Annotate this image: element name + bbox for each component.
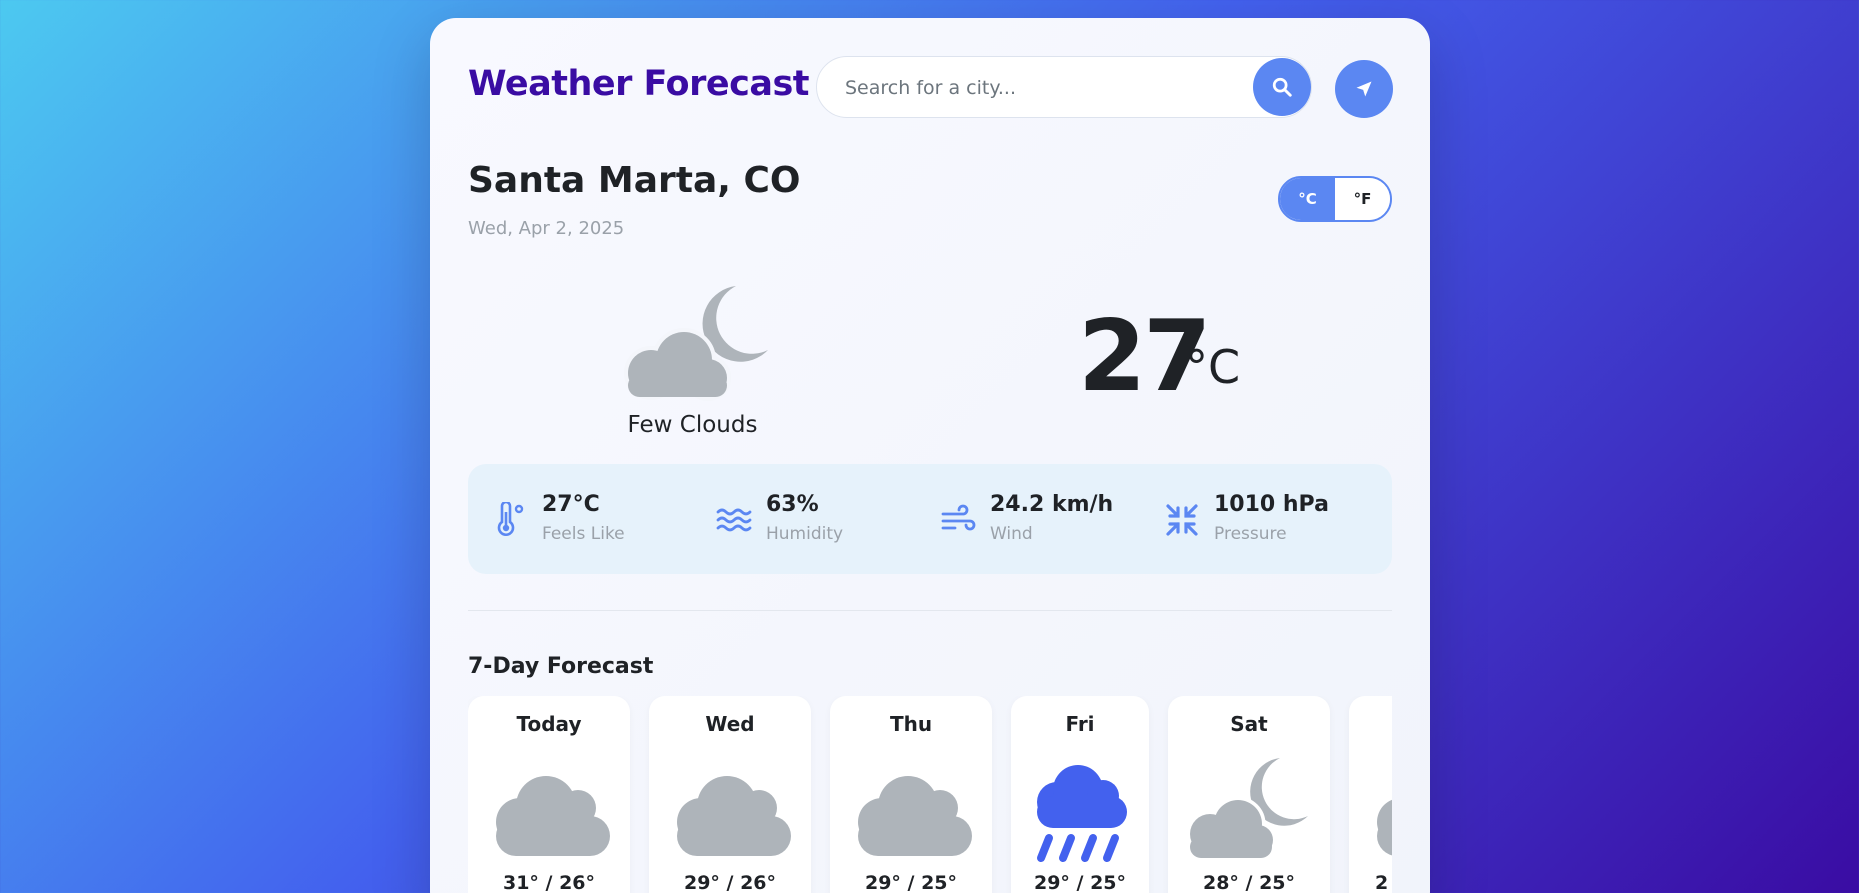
celsius-button[interactable]: °C xyxy=(1280,178,1335,220)
forecast-strip[interactable]: Today 31° / 26° Wed 29° / 26° Thu 29° / … xyxy=(468,696,1392,893)
temperature-unit: °C xyxy=(1185,340,1241,394)
forecast-temp: 2 xyxy=(1375,872,1389,893)
wind-label: Wind xyxy=(990,524,1033,544)
weather-details-panel: 27°C Feels Like 63% Humidity 24.2 km/h W… xyxy=(468,464,1392,574)
forecast-temp: 31° / 26° xyxy=(502,872,596,893)
app-title: Weather Forecast xyxy=(468,64,810,104)
water-waves-icon xyxy=(716,508,752,532)
forecast-day: Sat xyxy=(1230,712,1268,736)
search-button[interactable] xyxy=(1253,58,1311,116)
forecast-temp: 29° / 26° xyxy=(683,872,777,893)
forecast-card[interactable]: Wed 29° / 26° xyxy=(649,696,811,893)
cloud-moon-icon xyxy=(624,286,768,401)
weather-card: Weather Forecast Santa Marta, CO Wed, Ap… xyxy=(430,18,1430,893)
cloud-icon xyxy=(496,776,610,856)
unit-toggle[interactable]: °C °F xyxy=(1278,176,1392,222)
pressure-value: 1010 hPa xyxy=(1214,492,1329,517)
forecast-card[interactable]: Sat 28° / 25° xyxy=(1168,696,1330,893)
weather-condition: Few Clouds xyxy=(627,412,758,438)
fahrenheit-button[interactable]: °F xyxy=(1335,178,1390,220)
search-box[interactable] xyxy=(816,56,1312,119)
forecast-title: 7-Day Forecast xyxy=(468,654,654,679)
cloud-moon-icon xyxy=(1186,758,1308,859)
current-location-button[interactable] xyxy=(1335,60,1393,118)
current-date: Wed, Apr 2, 2025 xyxy=(468,218,625,239)
forecast-card[interactable]: Fri 29° / 25° xyxy=(1011,696,1149,893)
detail-wind: 24.2 km/h Wind xyxy=(916,464,1136,574)
humidity-value: 63% xyxy=(766,492,819,517)
forecast-temp: 29° / 25° xyxy=(1033,872,1127,893)
section-divider xyxy=(468,610,1392,611)
forecast-day: Fri xyxy=(1065,712,1095,736)
compress-icon xyxy=(1166,504,1198,536)
cloud-rain-icon xyxy=(1037,765,1127,862)
wind-value: 24.2 km/h xyxy=(990,492,1114,517)
cloud-icon xyxy=(1377,799,1392,856)
forecast-day: Today xyxy=(516,712,582,736)
cloud-icon xyxy=(677,776,791,856)
wind-icon xyxy=(941,504,976,531)
forecast-card[interactable]: Thu 29° / 25° xyxy=(830,696,992,893)
pressure-label: Pressure xyxy=(1214,524,1287,544)
city-name: Santa Marta, CO xyxy=(468,160,801,201)
feels-like-value: 27°C xyxy=(542,492,600,517)
thermometer-icon xyxy=(497,502,524,536)
search-icon xyxy=(1272,77,1292,97)
location-arrow-icon xyxy=(1356,81,1372,97)
search-input[interactable] xyxy=(843,57,1247,119)
forecast-card[interactable]: Today 31° / 26° xyxy=(468,696,630,893)
detail-humidity: 63% Humidity xyxy=(692,464,912,574)
forecast-day: Thu xyxy=(889,712,933,736)
feels-like-label: Feels Like xyxy=(542,524,625,544)
detail-feels-like: 27°C Feels Like xyxy=(468,464,688,574)
forecast-card[interactable]: 2 xyxy=(1349,696,1392,893)
forecast-temp: 28° / 25° xyxy=(1202,872,1296,893)
humidity-label: Humidity xyxy=(766,524,844,544)
cloud-icon xyxy=(858,776,972,856)
forecast-temp: 29° / 25° xyxy=(864,872,958,893)
forecast-day: Wed xyxy=(705,712,755,736)
detail-pressure: 1010 hPa Pressure xyxy=(1140,464,1360,574)
